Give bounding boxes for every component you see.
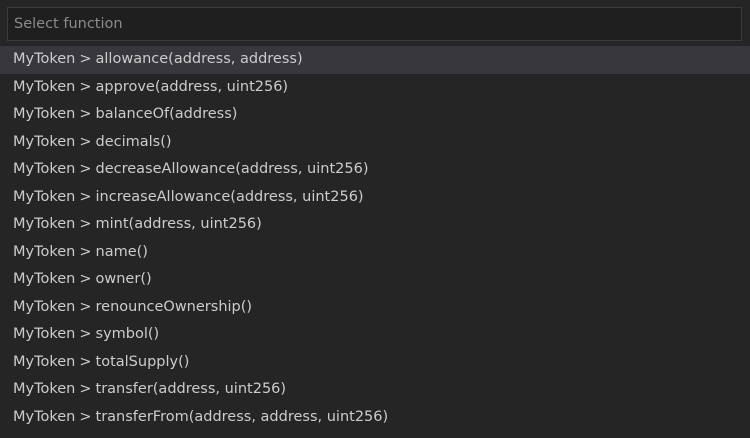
contract-name: MyToken [13, 216, 76, 232]
contract-name: MyToken [13, 106, 76, 122]
list-item[interactable]: MyToken > decreaseAllowance(address, uint2… [0, 156, 750, 184]
separator: > [79, 243, 92, 260]
list-item[interactable]: MyToken > symbol() [0, 321, 750, 349]
function-signature: name() [95, 243, 148, 260]
list-item[interactable]: MyToken > owner() [0, 266, 750, 294]
function-signature: decimals() [95, 133, 172, 150]
list-item[interactable]: MyToken > mint(address, uint256) [0, 211, 750, 239]
function-quick-pick: MyToken>allowance(address, address) MyTo… [0, 0, 750, 438]
contract-name: MyToken [13, 408, 76, 425]
list-item[interactable]: MyToken > balanceOf(address) [0, 101, 750, 129]
function-signature: increaseAllowance(address, uint256) [95, 188, 364, 205]
separator: > [79, 326, 92, 342]
contract-name: MyToken [13, 381, 76, 397]
function-signature: mint(address, uint256) [95, 216, 262, 232]
list-item-selected[interactable]: MyToken > allowance(address, address) [0, 46, 750, 74]
list-item[interactable]: MyToken > increaseAllowance(address, uint2… [0, 184, 750, 212]
function-signature: balanceOf(address) [95, 106, 238, 122]
function-signature: renounceOwnership() [95, 298, 253, 315]
contract-name: MyToken [13, 133, 76, 150]
contract-name: MyToken [13, 78, 76, 95]
list-item[interactable]: MyToken > transfer(address, uint256) [0, 376, 750, 404]
function-signature: totalSupply() [95, 353, 190, 370]
list-item[interactable]: MyToken > transferFrom(address, address, u… [0, 404, 750, 432]
contract-name: MyToken [13, 326, 76, 342]
function-signature: approve(address, uint256) [95, 78, 289, 95]
contract-name: MyToken [13, 161, 76, 177]
function-signature: owner() [95, 271, 152, 287]
search-input[interactable] [8, 8, 741, 40]
separator: > [79, 161, 92, 177]
contract-name: MyToken [13, 298, 76, 315]
contract-name: MyToken [13, 271, 76, 287]
separator: > [79, 106, 92, 122]
function-signature: symbol() [95, 326, 160, 342]
list-item[interactable]: MyToken > totalSupply() [0, 349, 750, 377]
separator: > [79, 353, 92, 370]
list-item[interactable]: MyToken > decimals() [0, 129, 750, 157]
list-item[interactable]: MyToken > name() [0, 239, 750, 267]
separator: > [79, 298, 92, 315]
separator: > [79, 216, 92, 232]
contract-name: MyToken [13, 353, 76, 370]
function-list: MyToken > allowance(address, address) MyTo… [0, 46, 750, 431]
separator: > [79, 408, 92, 425]
contract-name: MyToken [13, 188, 76, 205]
function-signature: transfer(address, uint256) [95, 381, 287, 397]
function-signature: allowance(address, address) [95, 51, 303, 67]
function-signature: transferFrom(address, address, uint256) [95, 408, 389, 425]
separator: > [79, 381, 92, 397]
separator: > [79, 271, 92, 287]
search-box [7, 7, 742, 41]
separator: > [79, 51, 92, 67]
separator: > [79, 133, 92, 150]
separator: > [79, 188, 92, 205]
list-item[interactable]: MyToken > approve(address, uint256) [0, 74, 750, 102]
contract-name: MyToken [13, 243, 76, 260]
function-signature: decreaseAllowance(address, uint256) [95, 161, 369, 177]
contract-name: MyToken [13, 51, 76, 67]
list-item[interactable]: MyToken > renounceOwnership() [0, 294, 750, 322]
separator: > [79, 78, 92, 95]
